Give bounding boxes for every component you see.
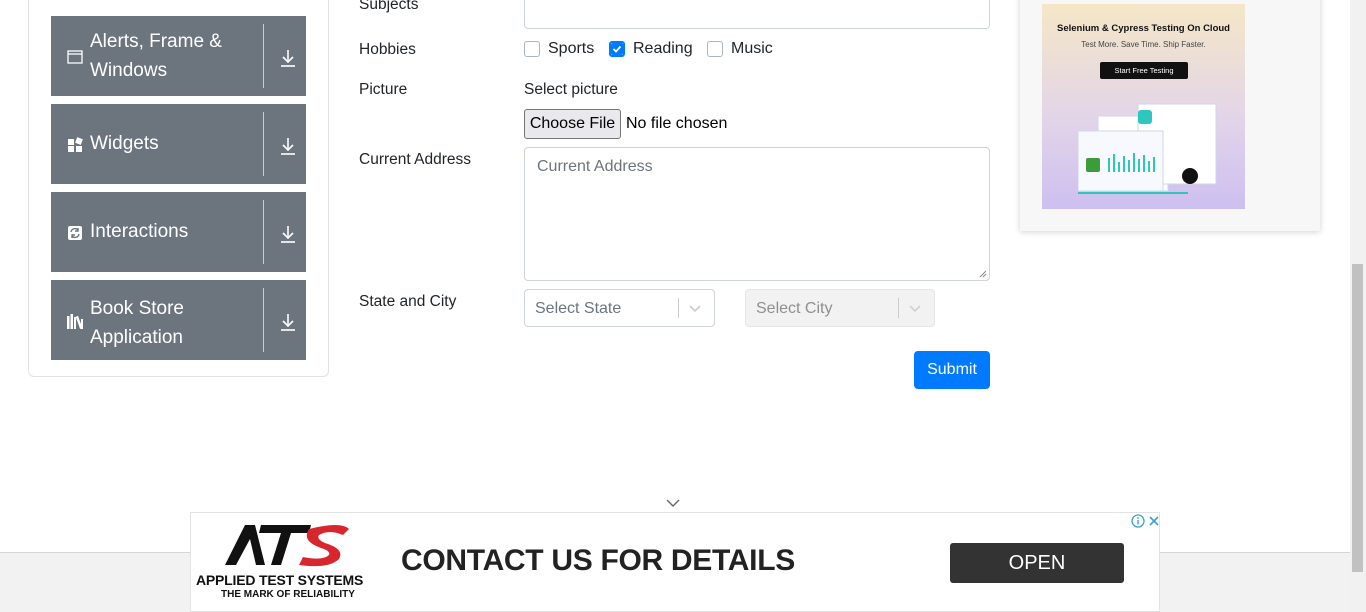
chevron-down-icon [909,305,921,313]
interactions-icon [67,225,83,241]
side-ad-banner[interactable]: Selenium & Cypress Testing On Cloud Test… [1042,4,1245,209]
download-icon[interactable] [279,224,297,244]
subjects-label: Subjects [359,0,419,13]
download-icon[interactable] [279,136,297,156]
subjects-input[interactable] [524,0,990,29]
ad-brand: APPLIED TEST SYSTEMS [196,572,364,588]
scrollbar-thumb[interactable] [1352,264,1363,572]
side-ad-subtitle: Test More. Save Time. Ship Faster. [1081,40,1206,49]
current-address-textarea[interactable]: Current Address [524,147,990,281]
sidebar-group-label: Book Store Application [90,298,184,348]
ad-close-icon[interactable] [1147,514,1161,528]
city-placeholder: Select City [756,300,833,317]
side-ad[interactable]: Selenium & Cypress Testing On Cloud Test… [1020,0,1320,231]
download-icon[interactable] [279,312,297,332]
download-icon[interactable] [279,48,297,68]
sidebar-group-bookstore[interactable]: Book Store Application [51,280,306,360]
divider [263,200,264,264]
side-ad-cta-button[interactable]: Start Free Testing [1100,62,1188,79]
file-status: No file chosen [626,115,728,132]
bottom-ad[interactable]: APPLIED TEST SYSTEMS THE MARK OF RELIABI… [190,512,1160,612]
ad-tagline: THE MARK OF RELIABILITY [221,589,355,600]
sidebar-group-label: Alerts, Frame & Windows [90,31,222,81]
widgets-icon [67,137,83,153]
divider [678,298,679,318]
state-city-label: State and City [359,293,457,310]
sidebar-group-widgets[interactable]: Widgets [51,104,306,184]
divider [898,298,899,318]
checkbox-label-music[interactable]: Music [731,40,773,58]
divider [263,112,264,176]
sidebar-group-alerts[interactable]: Alerts, Frame & Windows [51,16,306,96]
textarea-placeholder: Current Address [537,158,653,175]
ad-open-button[interactable]: OPEN [950,543,1124,583]
checkbox-label-reading[interactable]: Reading [633,40,693,58]
picture-label: Picture [359,81,408,98]
resize-handle-icon[interactable] [979,270,987,278]
checkbox-sports[interactable] [524,41,540,57]
current-address-label: Current Address [359,151,471,168]
side-ad-title: Selenium & Cypress Testing On Cloud [1057,23,1230,34]
submit-button[interactable]: Submit [914,351,990,389]
adchoices-info-icon[interactable] [1131,514,1145,528]
state-placeholder: Select State [535,300,622,317]
sidebar-group-label: Interactions [90,221,189,242]
checkbox-label-sports[interactable]: Sports [548,40,594,58]
divider [263,288,264,352]
chevron-down-icon [689,305,701,313]
checkmark-icon [611,43,623,55]
ats-logo-icon [225,525,349,567]
sidebar-group-label: Widgets [90,133,159,154]
state-select[interactable]: Select State [524,289,715,327]
hobbies-label: Hobbies [359,41,416,58]
dashboard-illustration-icon [1078,103,1217,194]
window-icon [67,49,83,65]
choose-file-button[interactable]: Choose File [524,109,621,139]
chevron-down-icon[interactable] [666,498,680,508]
checkbox-reading[interactable] [609,41,625,57]
checkbox-music[interactable] [707,41,723,57]
sidebar: Alerts, Frame & Windows Widgets Interact… [28,0,329,377]
picture-hint: Select picture [524,81,618,98]
city-select[interactable]: Select City [745,289,935,327]
ad-headline: CONTACT US FOR DETAILS [401,544,795,577]
sidebar-group-interactions[interactable]: Interactions [51,192,306,272]
books-icon [67,313,83,329]
divider [263,24,264,88]
